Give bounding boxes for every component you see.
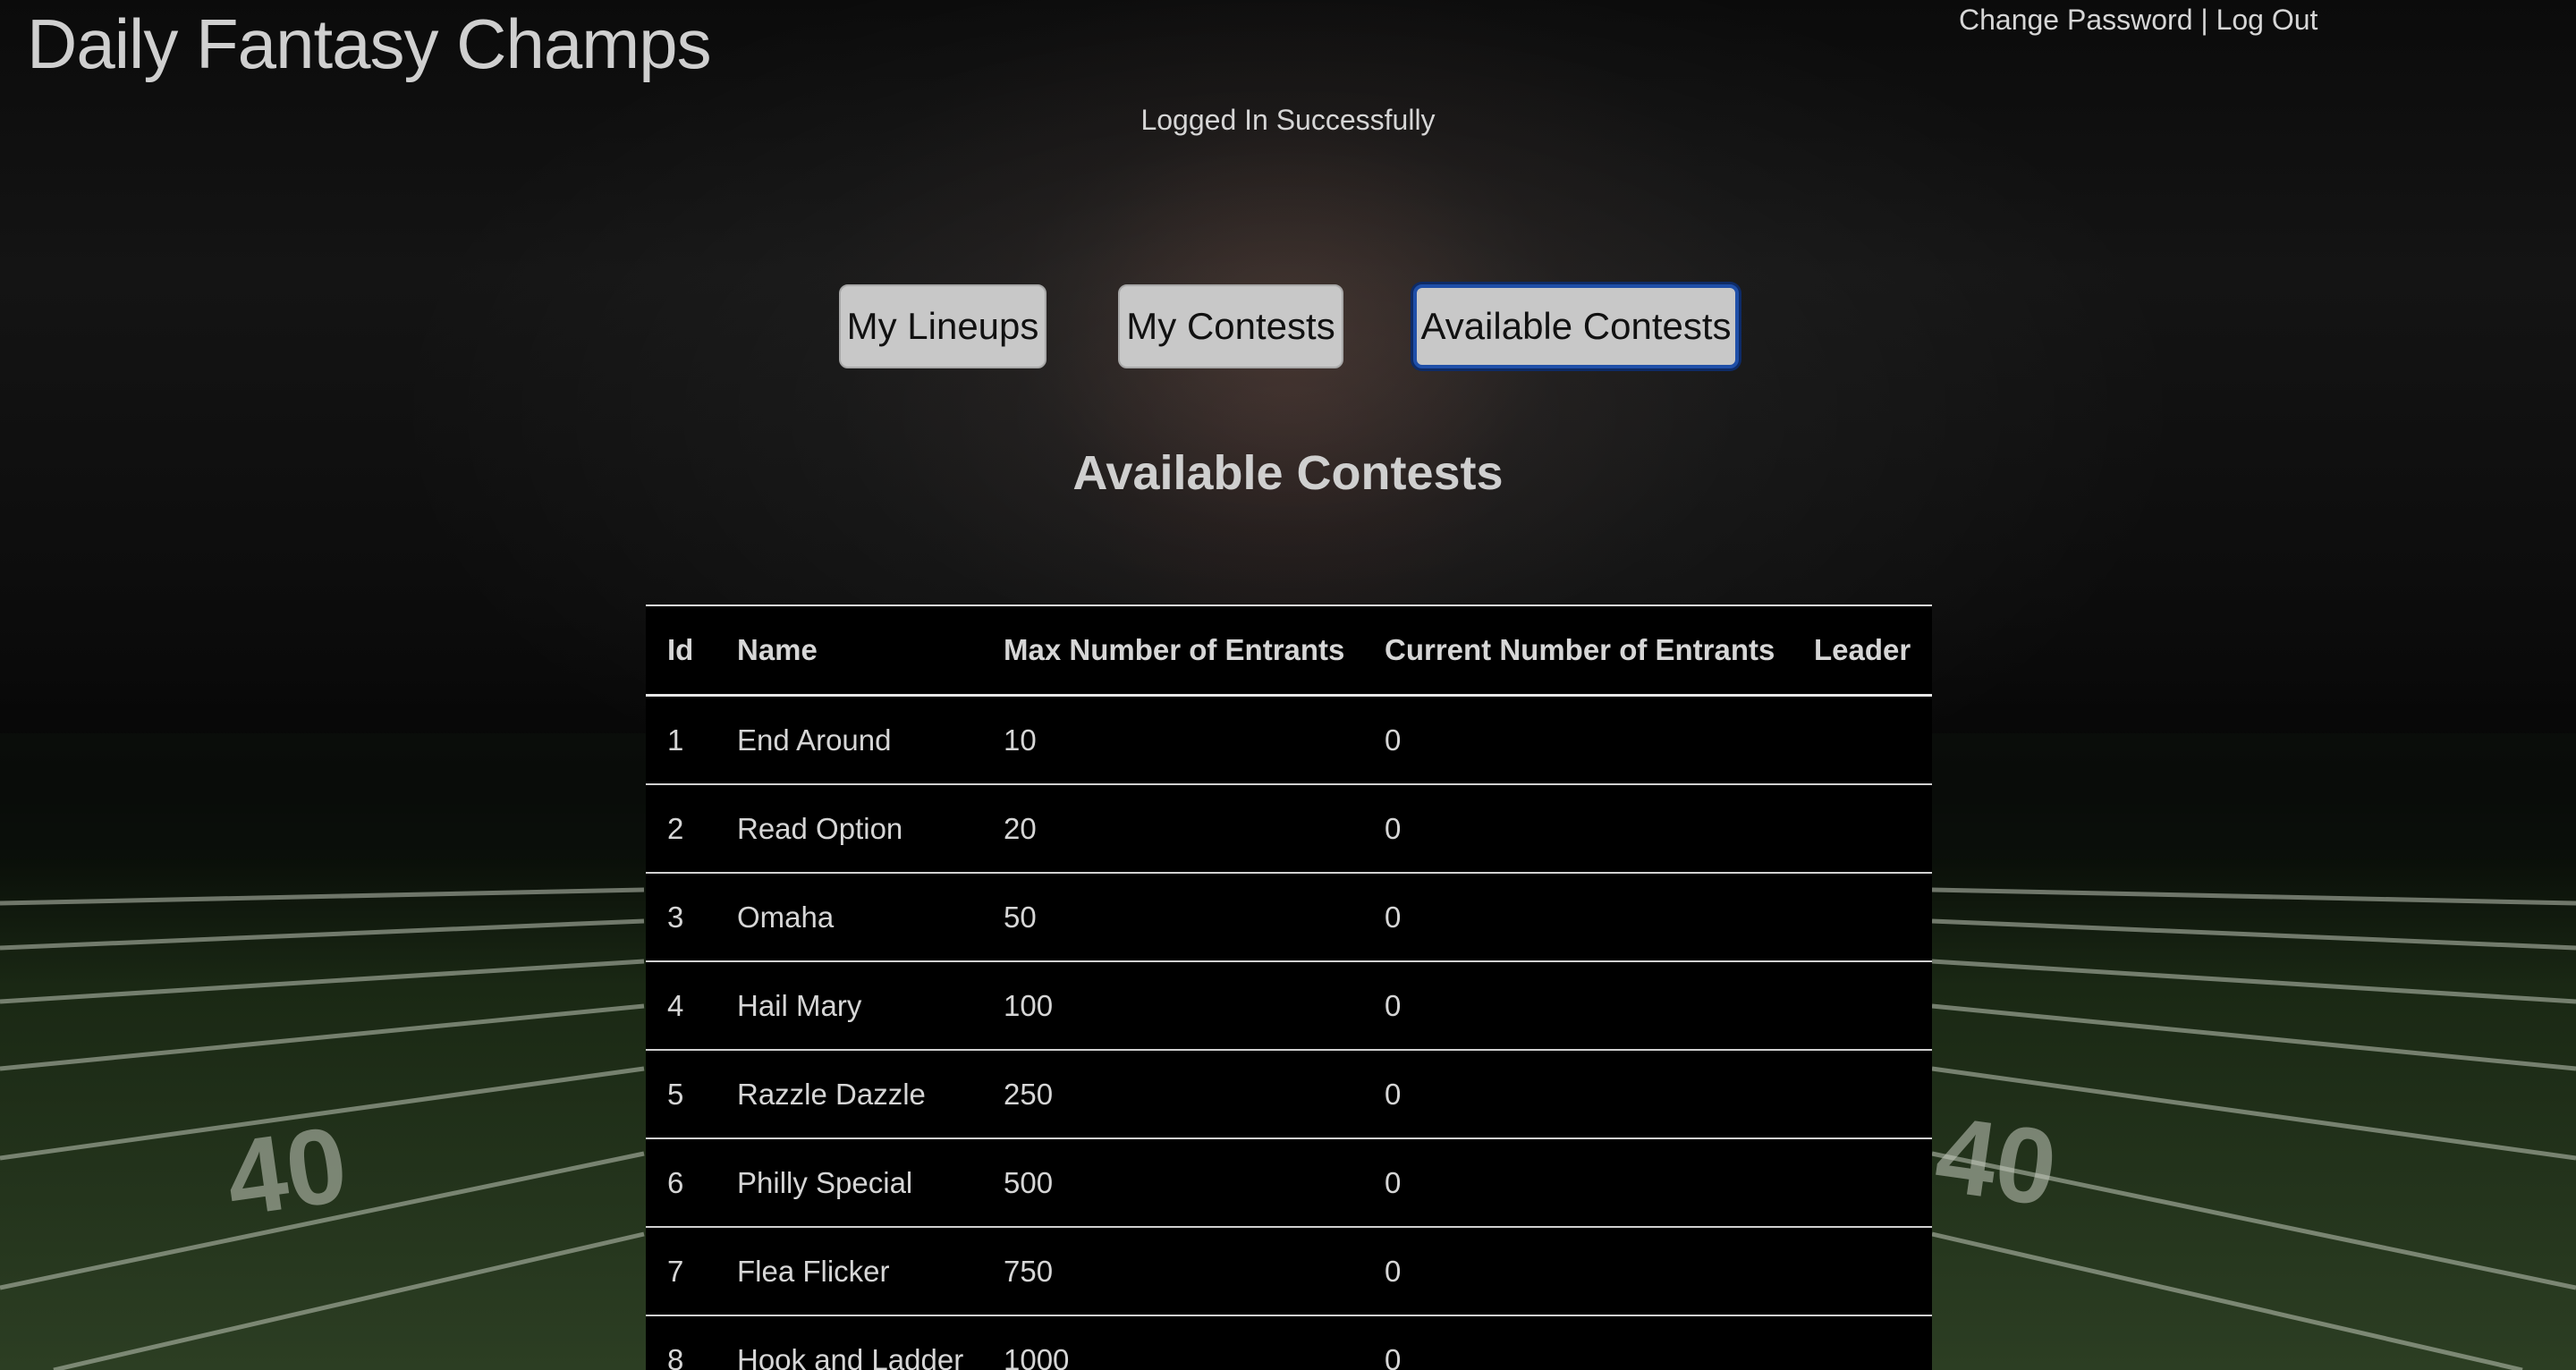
my-lineups-button[interactable]: My Lineups	[839, 284, 1046, 368]
cell-leader	[1792, 1050, 1932, 1139]
cell-id: 6	[646, 1138, 716, 1228]
cell-id: 4	[646, 961, 716, 1051]
cell-max-entrants: 20	[982, 784, 1363, 874]
table-row[interactable]: 8 Hook and Ladder 1000 0	[646, 1315, 1932, 1370]
cell-id: 7	[646, 1227, 716, 1316]
cell-max-entrants: 100	[982, 961, 1363, 1051]
cell-leader	[1792, 873, 1932, 962]
cell-max-entrants: 500	[982, 1138, 1363, 1228]
table-row[interactable]: 6 Philly Special 500 0	[646, 1138, 1932, 1228]
cell-id: 1	[646, 695, 716, 785]
column-header-leader: Leader	[1792, 605, 1932, 697]
cell-current-entrants: 0	[1363, 1315, 1792, 1370]
cell-leader	[1792, 784, 1932, 874]
table-row[interactable]: 5 Razzle Dazzle 250 0	[646, 1050, 1932, 1139]
contests-table: Id Name Max Number of Entrants Current N…	[646, 605, 1932, 1370]
table-row[interactable]: 3 Omaha 50 0	[646, 873, 1932, 962]
contests-table-container: Id Name Max Number of Entrants Current N…	[646, 605, 1932, 1370]
cell-max-entrants: 750	[982, 1227, 1363, 1316]
cell-current-entrants: 0	[1363, 1227, 1792, 1316]
cell-max-entrants: 50	[982, 873, 1363, 962]
column-header-id: Id	[646, 605, 716, 697]
login-status-message: Logged In Successfully	[1140, 104, 1436, 136]
cell-name: Razzle Dazzle	[716, 1050, 982, 1139]
account-links: Change Password | Log Out	[1959, 4, 2318, 37]
cell-current-entrants: 0	[1363, 1138, 1792, 1228]
cell-leader	[1792, 1315, 1932, 1370]
table-row[interactable]: 2 Read Option 20 0	[646, 784, 1932, 874]
cell-max-entrants: 1000	[982, 1315, 1363, 1370]
cell-leader	[1792, 695, 1932, 785]
section-title: Available Contests	[1072, 446, 1504, 500]
column-header-max-entrants: Max Number of Entrants	[982, 605, 1363, 697]
cell-leader	[1792, 1227, 1932, 1316]
table-row[interactable]: 1 End Around 10 0	[646, 695, 1932, 785]
log-out-link[interactable]: Log Out	[2216, 4, 2318, 36]
table-header-row: Id Name Max Number of Entrants Current N…	[646, 605, 1932, 697]
cell-id: 8	[646, 1315, 716, 1370]
cell-leader	[1792, 1138, 1932, 1228]
cell-current-entrants: 0	[1363, 695, 1792, 785]
my-contests-button[interactable]: My Contests	[1118, 284, 1343, 368]
cell-id: 3	[646, 873, 716, 962]
cell-leader	[1792, 961, 1932, 1051]
table-row[interactable]: 7 Flea Flicker 750 0	[646, 1227, 1932, 1316]
change-password-link[interactable]: Change Password	[1959, 4, 2192, 36]
cell-name: End Around	[716, 695, 982, 785]
cell-name: Philly Special	[716, 1138, 982, 1228]
cell-id: 2	[646, 784, 716, 874]
column-header-current-entrants: Current Number of Entrants	[1363, 605, 1792, 697]
field-number-right: 40	[1928, 1094, 2063, 1229]
cell-name: Hail Mary	[716, 961, 982, 1051]
cell-current-entrants: 0	[1363, 1050, 1792, 1139]
field-number-left: 40	[219, 1104, 354, 1239]
cell-max-entrants: 10	[982, 695, 1363, 785]
column-header-name: Name	[716, 605, 982, 697]
link-separator: |	[2192, 4, 2216, 36]
cell-current-entrants: 0	[1363, 961, 1792, 1051]
cell-id: 5	[646, 1050, 716, 1139]
cell-current-entrants: 0	[1363, 873, 1792, 962]
cell-current-entrants: 0	[1363, 784, 1792, 874]
cell-max-entrants: 250	[982, 1050, 1363, 1139]
available-contests-button[interactable]: Available Contests	[1413, 284, 1739, 368]
cell-name: Omaha	[716, 873, 982, 962]
cell-name: Flea Flicker	[716, 1227, 982, 1316]
cell-name: Read Option	[716, 784, 982, 874]
cell-name: Hook and Ladder	[716, 1315, 982, 1370]
app-title: Daily Fantasy Champs	[27, 4, 712, 83]
table-row[interactable]: 4 Hail Mary 100 0	[646, 961, 1932, 1051]
